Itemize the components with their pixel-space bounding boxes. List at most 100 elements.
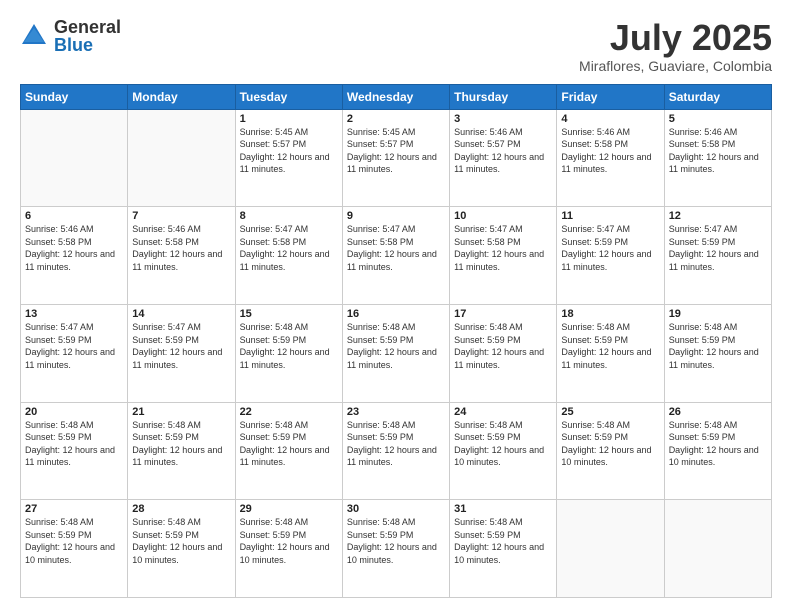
table-row: 24Sunrise: 5:48 AM Sunset: 5:59 PM Dayli…	[450, 402, 557, 500]
day-number: 25	[561, 406, 659, 418]
day-info: Sunrise: 5:47 AM Sunset: 5:59 PM Dayligh…	[669, 223, 767, 273]
day-info: Sunrise: 5:48 AM Sunset: 5:59 PM Dayligh…	[454, 321, 552, 371]
table-row: 29Sunrise: 5:48 AM Sunset: 5:59 PM Dayli…	[235, 500, 342, 598]
day-info: Sunrise: 5:48 AM Sunset: 5:59 PM Dayligh…	[347, 419, 445, 469]
day-number: 24	[454, 406, 552, 418]
day-info: Sunrise: 5:45 AM Sunset: 5:57 PM Dayligh…	[347, 126, 445, 176]
header-monday: Monday	[128, 84, 235, 109]
day-number: 1	[240, 113, 338, 125]
day-info: Sunrise: 5:48 AM Sunset: 5:59 PM Dayligh…	[25, 516, 123, 566]
day-info: Sunrise: 5:47 AM Sunset: 5:58 PM Dayligh…	[240, 223, 338, 273]
table-row: 11Sunrise: 5:47 AM Sunset: 5:59 PM Dayli…	[557, 207, 664, 305]
day-number: 3	[454, 113, 552, 125]
day-number: 4	[561, 113, 659, 125]
table-row: 22Sunrise: 5:48 AM Sunset: 5:59 PM Dayli…	[235, 402, 342, 500]
table-row: 1Sunrise: 5:45 AM Sunset: 5:57 PM Daylig…	[235, 109, 342, 207]
day-number: 17	[454, 308, 552, 320]
header-tuesday: Tuesday	[235, 84, 342, 109]
day-info: Sunrise: 5:48 AM Sunset: 5:59 PM Dayligh…	[454, 516, 552, 566]
day-info: Sunrise: 5:47 AM Sunset: 5:58 PM Dayligh…	[347, 223, 445, 273]
table-row: 13Sunrise: 5:47 AM Sunset: 5:59 PM Dayli…	[21, 304, 128, 402]
table-row: 17Sunrise: 5:48 AM Sunset: 5:59 PM Dayli…	[450, 304, 557, 402]
table-row: 30Sunrise: 5:48 AM Sunset: 5:59 PM Dayli…	[342, 500, 449, 598]
table-row: 10Sunrise: 5:47 AM Sunset: 5:58 PM Dayli…	[450, 207, 557, 305]
day-info: Sunrise: 5:48 AM Sunset: 5:59 PM Dayligh…	[240, 321, 338, 371]
day-number: 31	[454, 503, 552, 515]
day-info: Sunrise: 5:48 AM Sunset: 5:59 PM Dayligh…	[240, 419, 338, 469]
day-number: 26	[669, 406, 767, 418]
header-friday: Friday	[557, 84, 664, 109]
day-info: Sunrise: 5:45 AM Sunset: 5:57 PM Dayligh…	[240, 126, 338, 176]
table-row: 18Sunrise: 5:48 AM Sunset: 5:59 PM Dayli…	[557, 304, 664, 402]
logo-blue-text: Blue	[54, 36, 121, 54]
day-number: 19	[669, 308, 767, 320]
day-number: 9	[347, 210, 445, 222]
calendar-week-row: 27Sunrise: 5:48 AM Sunset: 5:59 PM Dayli…	[21, 500, 772, 598]
table-row: 3Sunrise: 5:46 AM Sunset: 5:57 PM Daylig…	[450, 109, 557, 207]
table-row: 14Sunrise: 5:47 AM Sunset: 5:59 PM Dayli…	[128, 304, 235, 402]
day-info: Sunrise: 5:47 AM Sunset: 5:59 PM Dayligh…	[132, 321, 230, 371]
logo: General Blue	[20, 18, 121, 54]
day-number: 21	[132, 406, 230, 418]
table-row: 5Sunrise: 5:46 AM Sunset: 5:58 PM Daylig…	[664, 109, 771, 207]
table-row: 20Sunrise: 5:48 AM Sunset: 5:59 PM Dayli…	[21, 402, 128, 500]
day-number: 14	[132, 308, 230, 320]
table-row: 8Sunrise: 5:47 AM Sunset: 5:58 PM Daylig…	[235, 207, 342, 305]
calendar-week-row: 1Sunrise: 5:45 AM Sunset: 5:57 PM Daylig…	[21, 109, 772, 207]
day-number: 2	[347, 113, 445, 125]
calendar-week-row: 6Sunrise: 5:46 AM Sunset: 5:58 PM Daylig…	[21, 207, 772, 305]
table-row: 28Sunrise: 5:48 AM Sunset: 5:59 PM Dayli…	[128, 500, 235, 598]
day-info: Sunrise: 5:48 AM Sunset: 5:59 PM Dayligh…	[347, 321, 445, 371]
day-info: Sunrise: 5:48 AM Sunset: 5:59 PM Dayligh…	[669, 321, 767, 371]
table-row: 27Sunrise: 5:48 AM Sunset: 5:59 PM Dayli…	[21, 500, 128, 598]
day-number: 29	[240, 503, 338, 515]
calendar-table: Sunday Monday Tuesday Wednesday Thursday…	[20, 84, 772, 598]
table-row: 15Sunrise: 5:48 AM Sunset: 5:59 PM Dayli…	[235, 304, 342, 402]
day-info: Sunrise: 5:48 AM Sunset: 5:59 PM Dayligh…	[240, 516, 338, 566]
table-row	[128, 109, 235, 207]
header-sunday: Sunday	[21, 84, 128, 109]
calendar-week-row: 20Sunrise: 5:48 AM Sunset: 5:59 PM Dayli…	[21, 402, 772, 500]
day-info: Sunrise: 5:46 AM Sunset: 5:57 PM Dayligh…	[454, 126, 552, 176]
table-row	[664, 500, 771, 598]
day-number: 11	[561, 210, 659, 222]
day-info: Sunrise: 5:47 AM Sunset: 5:58 PM Dayligh…	[454, 223, 552, 273]
table-row	[21, 109, 128, 207]
day-number: 23	[347, 406, 445, 418]
month-title: July 2025	[579, 18, 772, 58]
day-number: 13	[25, 308, 123, 320]
weekday-header-row: Sunday Monday Tuesday Wednesday Thursday…	[21, 84, 772, 109]
location: Miraflores, Guaviare, Colombia	[579, 58, 772, 74]
table-row: 19Sunrise: 5:48 AM Sunset: 5:59 PM Dayli…	[664, 304, 771, 402]
day-info: Sunrise: 5:48 AM Sunset: 5:59 PM Dayligh…	[25, 419, 123, 469]
table-row: 7Sunrise: 5:46 AM Sunset: 5:58 PM Daylig…	[128, 207, 235, 305]
day-number: 12	[669, 210, 767, 222]
day-info: Sunrise: 5:48 AM Sunset: 5:59 PM Dayligh…	[347, 516, 445, 566]
table-row: 31Sunrise: 5:48 AM Sunset: 5:59 PM Dayli…	[450, 500, 557, 598]
day-number: 6	[25, 210, 123, 222]
title-block: July 2025 Miraflores, Guaviare, Colombia	[579, 18, 772, 74]
table-row	[557, 500, 664, 598]
logo-general-text: General	[54, 18, 121, 36]
table-row: 2Sunrise: 5:45 AM Sunset: 5:57 PM Daylig…	[342, 109, 449, 207]
day-info: Sunrise: 5:46 AM Sunset: 5:58 PM Dayligh…	[25, 223, 123, 273]
table-row: 9Sunrise: 5:47 AM Sunset: 5:58 PM Daylig…	[342, 207, 449, 305]
day-number: 15	[240, 308, 338, 320]
page: General Blue July 2025 Miraflores, Guavi…	[0, 0, 792, 612]
day-number: 20	[25, 406, 123, 418]
header-wednesday: Wednesday	[342, 84, 449, 109]
day-number: 27	[25, 503, 123, 515]
day-info: Sunrise: 5:48 AM Sunset: 5:59 PM Dayligh…	[561, 321, 659, 371]
day-info: Sunrise: 5:46 AM Sunset: 5:58 PM Dayligh…	[561, 126, 659, 176]
day-info: Sunrise: 5:47 AM Sunset: 5:59 PM Dayligh…	[25, 321, 123, 371]
day-info: Sunrise: 5:48 AM Sunset: 5:59 PM Dayligh…	[454, 419, 552, 469]
day-info: Sunrise: 5:48 AM Sunset: 5:59 PM Dayligh…	[669, 419, 767, 469]
day-number: 5	[669, 113, 767, 125]
day-number: 18	[561, 308, 659, 320]
day-info: Sunrise: 5:47 AM Sunset: 5:59 PM Dayligh…	[561, 223, 659, 273]
day-number: 16	[347, 308, 445, 320]
day-number: 22	[240, 406, 338, 418]
table-row: 26Sunrise: 5:48 AM Sunset: 5:59 PM Dayli…	[664, 402, 771, 500]
table-row: 6Sunrise: 5:46 AM Sunset: 5:58 PM Daylig…	[21, 207, 128, 305]
day-info: Sunrise: 5:48 AM Sunset: 5:59 PM Dayligh…	[132, 419, 230, 469]
